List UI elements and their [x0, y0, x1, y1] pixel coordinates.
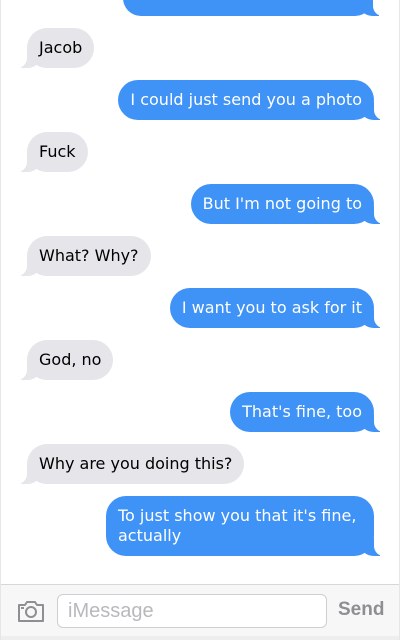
message-bubble-outgoing-cutoff	[123, 0, 387, 16]
message-text: I want you to ask for it	[181, 298, 362, 317]
message-bubble-outgoing: I want you to ask for it	[169, 288, 389, 328]
message-text: I could just send you a photo	[130, 90, 362, 109]
message-bubble-outgoing: That's fine, too	[230, 392, 388, 432]
message-bubble-incoming: God, no	[12, 340, 114, 380]
message-bubble-incoming: What? Why?	[13, 236, 151, 276]
message-bubble-incoming: Jacob	[12, 28, 95, 68]
message-text: God, no	[39, 350, 102, 369]
message-text: To just show you that it's fine, actuall…	[118, 506, 357, 545]
message-text: That's fine, too	[242, 402, 362, 421]
message-thread[interactable]: Jacob I could just send you a photo Fuck…	[1, 0, 399, 584]
message-composer: Send	[1, 584, 399, 640]
message-bubble-incoming: Fuck	[13, 132, 88, 172]
message-text: But I'm not going to	[202, 194, 362, 213]
camera-icon-graphic	[18, 601, 44, 622]
bottom-divider	[1, 636, 399, 640]
message-bubble-outgoing: To just show you that it's fine, actuall…	[106, 496, 388, 556]
imessage-input[interactable]	[57, 594, 327, 628]
message-bubble-outgoing: I could just send you a photo	[118, 80, 388, 120]
message-text: Why are you doing this?	[39, 454, 233, 473]
message-text: Fuck	[39, 142, 76, 161]
send-button[interactable]: Send	[338, 599, 384, 621]
messages-screen: Jacob I could just send you a photo Fuck…	[0, 0, 400, 640]
camera-icon[interactable]	[17, 599, 45, 623]
message-bubble-incoming: Why are you doing this?	[12, 444, 245, 484]
message-text: What? Why?	[39, 246, 139, 265]
message-bubble-outgoing: But I'm not going to	[190, 184, 389, 224]
message-text: Jacob	[39, 38, 83, 57]
